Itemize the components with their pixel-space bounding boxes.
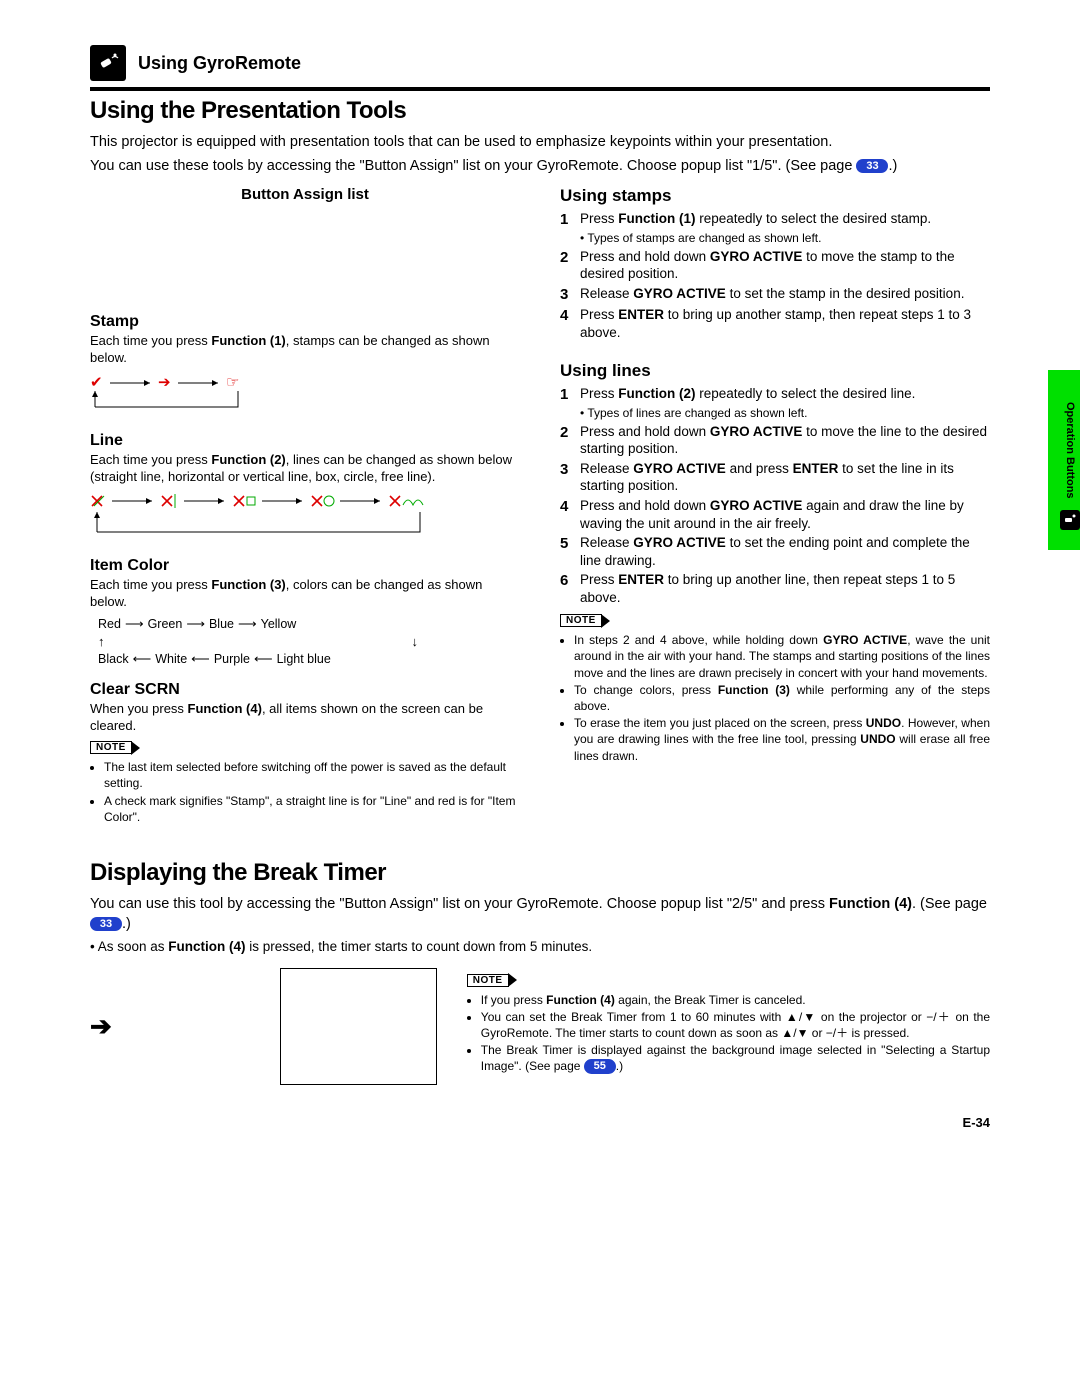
page-ref-55: 55: [584, 1059, 616, 1074]
page-number: E-34: [90, 1115, 990, 1130]
remote-icon: [90, 45, 126, 81]
line-step-1: 1Press Function (2) repeatedly to select…: [560, 385, 990, 405]
stamp-step-1-sub: • Types of stamps are changed as shown l…: [580, 231, 990, 245]
intro-2: You can use these tools by accessing the…: [90, 157, 990, 177]
line-step-1-sub: • Types of lines are changed as shown le…: [580, 406, 990, 420]
right-column: Using stamps 1Press Function (1) repeate…: [560, 186, 990, 829]
stamp-step-2: 2Press and hold down GYRO ACTIVE to move…: [560, 248, 990, 283]
line-heading: Line: [90, 432, 520, 450]
note-label-right: NOTE: [560, 614, 602, 627]
break-note-3: The Break Timer is displayed against the…: [481, 1042, 990, 1074]
stamp-text: Each time you press Function (1), stamps…: [90, 333, 520, 367]
line-step-6: 6Press ENTER to bring up another line, t…: [560, 571, 990, 606]
right-note-1: In steps 2 and 4 above, while holding do…: [574, 632, 990, 681]
button-assign-heading: Button Assign list: [90, 186, 520, 203]
line-diagram: [90, 492, 520, 543]
stamp-heading: Stamp: [90, 313, 520, 331]
item-color-heading: Item Color: [90, 557, 520, 575]
svg-text:✔: ✔: [90, 374, 103, 391]
stamp-step-1: 1Press Function (1) repeatedly to select…: [560, 210, 990, 230]
line-step-5: 5Release GYRO ACTIVE to set the ending p…: [560, 534, 990, 569]
note-label-break: NOTE: [467, 974, 509, 987]
svg-text:☞: ☞: [226, 374, 239, 391]
break-note-1: If you press Function (4) again, the Bre…: [481, 992, 990, 1008]
header-rule: [90, 87, 990, 91]
using-stamps-heading: Using stamps: [560, 186, 990, 206]
page-header: Using GyroRemote: [90, 45, 990, 81]
color-diagram: Red⟶ Green⟶ Blue⟶ Yellow ↑↓ Black⟵ White…: [98, 616, 520, 667]
stamp-diagram: ✔ ➔ ☞: [90, 373, 520, 418]
svg-text:➔: ➔: [158, 374, 171, 391]
right-note-3: To erase the item you just placed on the…: [574, 715, 990, 764]
break-notes: If you press Function (4) again, the Bre…: [467, 992, 990, 1075]
line-step-3: 3Release GYRO ACTIVE and press ENTER to …: [560, 460, 990, 495]
stamp-step-3: 3Release GYRO ACTIVE to set the stamp in…: [560, 285, 990, 305]
header-title: Using GyroRemote: [138, 53, 301, 74]
heading-presentation-tools: Using the Presentation Tools: [90, 97, 990, 125]
clear-scrn-text: When you press Function (4), all items s…: [90, 701, 520, 735]
break-timer-row: ➔ NOTE If you press Function (4) again, …: [90, 968, 990, 1085]
heading-break-timer: Displaying the Break Timer: [90, 859, 990, 887]
line-step-4: 4Press and hold down GYRO ACTIVE again a…: [560, 497, 990, 532]
clear-scrn-heading: Clear SCRN: [90, 681, 520, 699]
page-ref-33b: 33: [90, 917, 122, 932]
break-intro: You can use this tool by accessing the "…: [90, 895, 990, 934]
left-column: Button Assign list Stamp Each time you p…: [90, 186, 520, 829]
line-text: Each time you press Function (2), lines …: [90, 452, 520, 486]
right-notes: In steps 2 and 4 above, while holding do…: [560, 632, 990, 764]
left-notes: The last item selected before switching …: [90, 759, 520, 825]
break-note-2: You can set the Break Timer from 1 to 60…: [481, 1009, 990, 1041]
intro-1: This projector is equipped with presenta…: [90, 133, 990, 153]
break-timer-box: [280, 968, 437, 1085]
left-note-1: The last item selected before switching …: [104, 759, 520, 791]
line-step-2: 2Press and hold down GYRO ACTIVE to move…: [560, 423, 990, 458]
break-bullet: • As soon as Function (4) is pressed, th…: [90, 938, 990, 956]
right-note-2: To change colors, press Function (3) whi…: [574, 682, 990, 714]
using-lines-heading: Using lines: [560, 361, 990, 381]
arrow-icon: ➔: [90, 1011, 112, 1042]
page-ref-33a: 33: [856, 159, 888, 174]
stamp-step-4: 4Press ENTER to bring up another stamp, …: [560, 306, 990, 341]
note-label-left: NOTE: [90, 741, 132, 754]
left-note-2: A check mark signifies "Stamp", a straig…: [104, 793, 520, 825]
item-color-text: Each time you press Function (3), colors…: [90, 577, 520, 611]
